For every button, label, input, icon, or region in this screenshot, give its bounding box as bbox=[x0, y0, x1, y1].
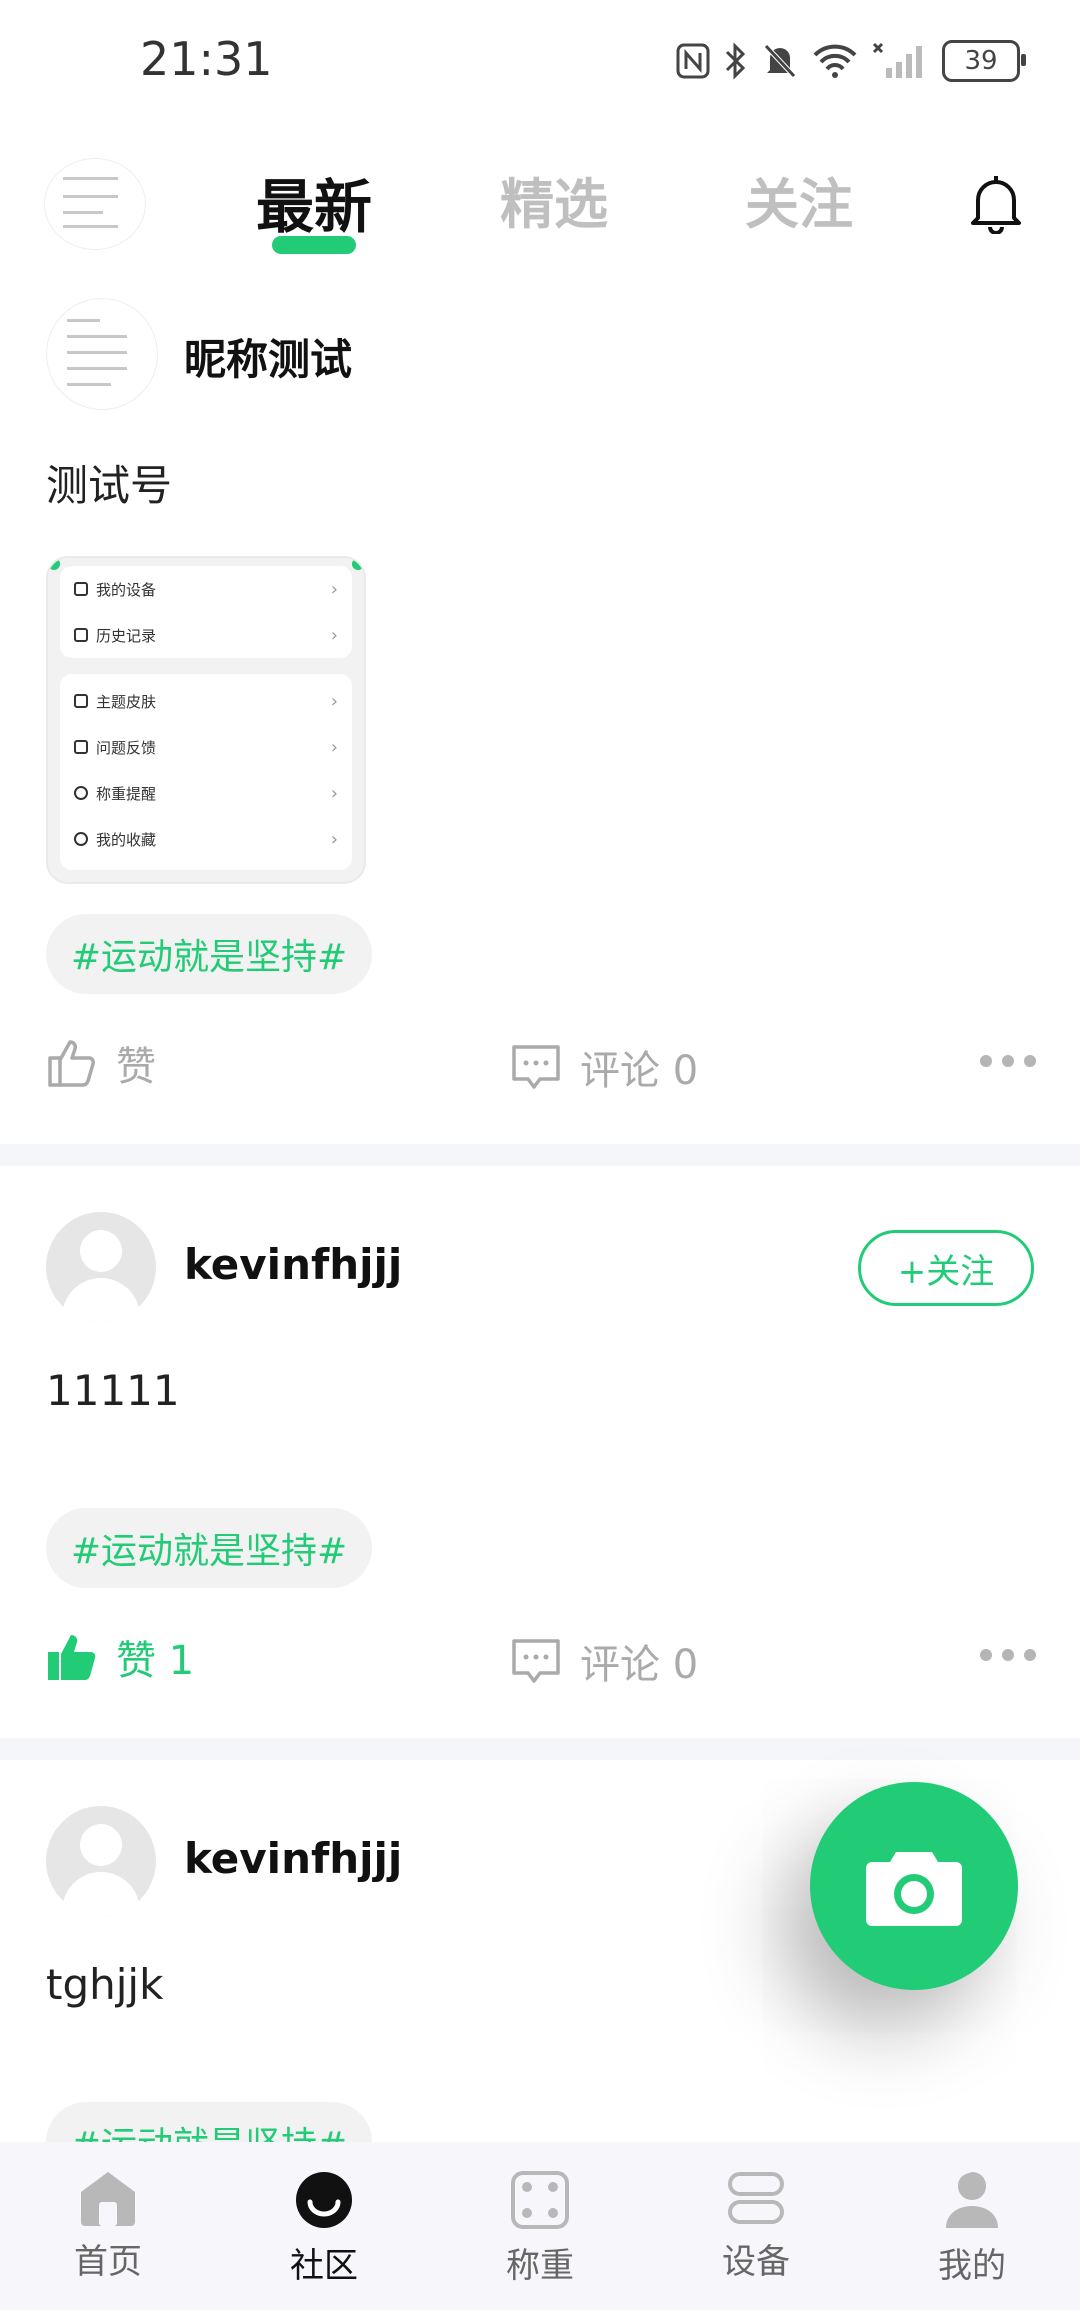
comment-label: 评论 0 bbox=[580, 1048, 699, 1094]
tab-featured[interactable]: 精选 bbox=[500, 160, 608, 239]
comment-label: 评论 0 bbox=[580, 1642, 699, 1688]
comment-icon bbox=[512, 1045, 560, 1089]
topic-tag[interactable]: #运动就是坚持# bbox=[46, 1508, 372, 1588]
profile-icon bbox=[946, 2172, 998, 2228]
topic-tag[interactable]: #运动就是坚持# bbox=[46, 914, 372, 994]
nav-weigh[interactable]: 称重 bbox=[465, 2170, 615, 2287]
list-item: 历史记录 › bbox=[60, 612, 352, 658]
avatar[interactable] bbox=[46, 1806, 156, 1916]
tab-follow[interactable]: 关注 bbox=[745, 160, 853, 239]
battery-indicator: 39 bbox=[942, 40, 1026, 82]
my-avatar[interactable] bbox=[44, 158, 146, 250]
scale-icon bbox=[511, 2171, 569, 2229]
follow-button[interactable]: +关注 bbox=[858, 1230, 1034, 1306]
like-button[interactable]: 赞 1 bbox=[46, 1628, 194, 1686]
status-time: 21:31 bbox=[140, 32, 273, 86]
thumbs-up-filled-icon bbox=[48, 1635, 96, 1680]
community-icon bbox=[296, 2172, 352, 2228]
comment-button[interactable]: 评论 0 bbox=[510, 1038, 698, 1096]
post-avatar[interactable] bbox=[46, 298, 158, 410]
post-nickname[interactable]: kevinfhjjj bbox=[184, 1240, 402, 1289]
like-label: 赞 bbox=[116, 1044, 156, 1090]
list-item: 我的收藏 › bbox=[60, 816, 352, 862]
nav-device[interactable]: 设备 bbox=[681, 2170, 831, 2283]
nav-profile-label: 我的 bbox=[938, 2246, 1006, 2286]
tab-latest[interactable]: 最新 bbox=[256, 160, 372, 244]
camera-icon bbox=[866, 1852, 962, 1926]
camera-button[interactable] bbox=[810, 1782, 1018, 1990]
mute-bell-icon bbox=[764, 44, 796, 78]
star-icon bbox=[74, 832, 88, 846]
post-text: 11111 bbox=[46, 1366, 180, 1415]
more-icon[interactable] bbox=[980, 1055, 1036, 1069]
thumbs-up-icon bbox=[48, 1040, 95, 1087]
post-text: tghjjk bbox=[46, 1960, 164, 2009]
like-button[interactable]: 赞 bbox=[46, 1034, 156, 1092]
nav-weigh-label: 称重 bbox=[506, 2246, 574, 2286]
nfc-icon bbox=[676, 43, 710, 79]
nav-community-label: 社区 bbox=[290, 2246, 358, 2286]
device-icon bbox=[74, 582, 88, 596]
home-icon bbox=[81, 2172, 135, 2226]
divider bbox=[0, 1144, 1080, 1166]
list-item: 主题皮肤 › bbox=[60, 678, 352, 724]
nav-home[interactable]: 首页 bbox=[33, 2170, 183, 2283]
signal-icon bbox=[872, 42, 922, 78]
post-nickname[interactable]: kevinfhjjj bbox=[184, 1834, 402, 1883]
clock-icon bbox=[74, 786, 88, 800]
image-icon bbox=[74, 694, 88, 708]
list-item: 问题反馈 › bbox=[60, 724, 352, 770]
list-item: 称重提醒 › bbox=[60, 770, 352, 816]
nav-profile[interactable]: 我的 bbox=[897, 2170, 1047, 2287]
comment-button[interactable]: 评论 0 bbox=[510, 1632, 698, 1690]
nav-device-label: 设备 bbox=[722, 2242, 790, 2282]
nav-home-label: 首页 bbox=[74, 2242, 142, 2282]
comment-icon bbox=[512, 1639, 560, 1683]
bell-icon[interactable] bbox=[968, 172, 1024, 234]
post-image[interactable]: 我的设备 › 历史记录 › 主题皮肤 › 问题反馈 › 称重提醒 › 我的收藏 › bbox=[46, 556, 366, 884]
device-icon bbox=[728, 2172, 784, 2224]
edit-icon bbox=[74, 740, 88, 754]
list-item: 我的设备 › bbox=[60, 566, 352, 612]
post-nickname[interactable]: 昵称测试 bbox=[184, 326, 352, 387]
history-icon bbox=[74, 628, 88, 642]
active-tab-indicator bbox=[272, 236, 356, 254]
divider bbox=[0, 1738, 1080, 1760]
status-icons: 39 bbox=[676, 40, 1026, 82]
like-label: 赞 1 bbox=[116, 1638, 195, 1684]
bluetooth-icon bbox=[725, 42, 746, 80]
avatar[interactable] bbox=[46, 1212, 156, 1322]
bottom-nav: 首页 社区 称重 设备 我的 bbox=[0, 2142, 1080, 2310]
nav-community[interactable]: 社区 bbox=[249, 2170, 399, 2287]
more-icon[interactable] bbox=[980, 1649, 1036, 1663]
post-text: 测试号 bbox=[46, 461, 173, 510]
wifi-icon bbox=[813, 44, 857, 78]
